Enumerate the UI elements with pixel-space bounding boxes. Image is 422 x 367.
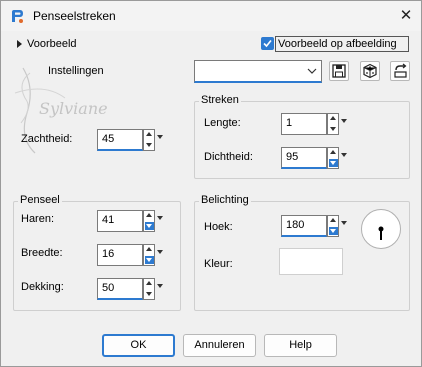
light-color-swatch[interactable] — [279, 248, 343, 275]
width-dropdown-icon[interactable] — [156, 244, 164, 266]
save-preset-button[interactable] — [329, 61, 349, 81]
bristles-dropdown-icon[interactable] — [156, 210, 164, 232]
angle-spinner[interactable]: 180 — [281, 215, 351, 237]
density-dropdown-icon[interactable] — [340, 147, 348, 169]
angle-dropdown-icon[interactable] — [340, 215, 348, 237]
dice-icon — [363, 63, 377, 79]
preview-on-image-label[interactable]: Voorbeeld op afbeelding — [278, 38, 397, 50]
opacity-stepper[interactable] — [143, 278, 155, 300]
ok-button[interactable]: OK — [102, 334, 175, 357]
length-input[interactable]: 1 — [281, 113, 327, 135]
settings-combobox[interactable] — [194, 60, 322, 83]
length-stepper[interactable] — [327, 113, 339, 135]
watermark-text: Sylviane — [39, 99, 108, 118]
bristles-stepper[interactable] — [143, 210, 155, 232]
expand-arrow-icon[interactable] — [16, 39, 24, 49]
preview-toggle-label[interactable]: Voorbeeld — [27, 38, 77, 50]
angle-stepper[interactable] — [327, 215, 339, 237]
opacity-input[interactable]: 50 — [97, 278, 143, 300]
preview-on-image-checkbox[interactable] — [261, 37, 274, 50]
reset-button[interactable] — [390, 61, 410, 81]
density-label: Dichtheid: — [204, 151, 253, 163]
window-title: Penseelstreken — [33, 9, 116, 23]
brush-group-title: Penseel — [18, 194, 62, 206]
bristles-input[interactable]: 41 — [97, 210, 143, 232]
close-icon[interactable]: ✕ — [395, 5, 417, 27]
density-stepper[interactable] — [327, 147, 339, 169]
softness-spinner[interactable]: 45 — [97, 129, 167, 151]
lighting-group-title: Belichting — [199, 194, 251, 206]
settings-label: Instellingen — [48, 65, 104, 77]
checkmark-icon — [263, 39, 272, 48]
opacity-dropdown-icon[interactable] — [156, 278, 164, 300]
bristles-label: Haren: — [21, 213, 55, 225]
width-input[interactable]: 16 — [97, 244, 143, 266]
reset-arrow-icon — [394, 63, 407, 78]
dialog-window: Penseelstreken ✕ Voorbeeld Voorbeeld op … — [0, 0, 422, 367]
width-label: Breedte: — [21, 247, 63, 259]
title-bar: Penseelstreken ✕ — [1, 1, 421, 31]
density-input[interactable]: 95 — [281, 147, 327, 169]
density-spinner[interactable]: 95 — [281, 147, 351, 169]
softness-dropdown-icon[interactable] — [156, 129, 164, 151]
width-spinner[interactable]: 16 — [97, 244, 167, 266]
angle-dial[interactable] — [361, 209, 401, 249]
softness-stepper[interactable] — [143, 129, 155, 151]
length-dropdown-icon[interactable] — [340, 113, 348, 135]
opacity-spinner[interactable]: 50 — [97, 278, 167, 300]
bristles-spinner[interactable]: 41 — [97, 210, 167, 232]
chevron-down-icon — [307, 68, 317, 74]
floppy-disk-icon — [332, 64, 346, 78]
color-label: Kleur: — [204, 258, 233, 270]
angle-label: Hoek: — [204, 221, 233, 233]
opacity-label: Dekking: — [21, 281, 64, 293]
app-logo-icon — [12, 10, 23, 23]
strokes-group-title: Streken — [199, 94, 241, 106]
angle-input[interactable]: 180 — [281, 215, 327, 237]
cancel-button[interactable]: Annuleren — [183, 334, 256, 357]
random-parameters-button[interactable] — [360, 61, 380, 81]
help-button[interactable]: Help — [264, 334, 337, 357]
width-stepper[interactable] — [143, 244, 155, 266]
length-spinner[interactable]: 1 — [281, 113, 351, 135]
softness-input[interactable]: 45 — [97, 129, 143, 151]
length-label: Lengte: — [204, 117, 241, 129]
softness-label: Zachtheid: — [21, 133, 73, 145]
dial-needle-icon — [378, 226, 384, 240]
